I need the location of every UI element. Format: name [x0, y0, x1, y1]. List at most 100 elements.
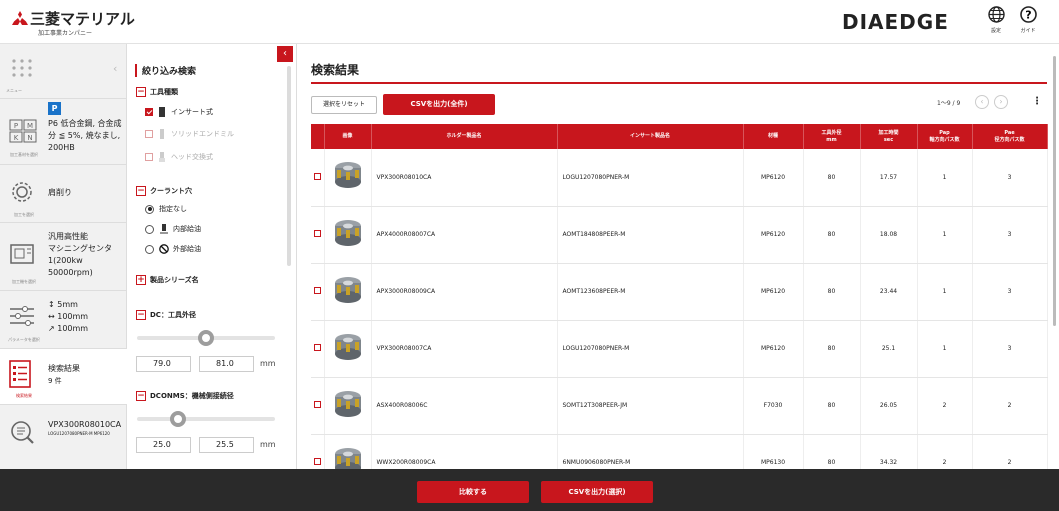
row-select-cell	[311, 320, 325, 378]
nav-item-text: 肩削り	[48, 188, 72, 197]
cell-dia: 80	[803, 149, 861, 207]
table-row[interactable]: WWX200R08009CA 6NMU0906080PNER-M MP6130 80 3…	[311, 434, 1048, 469]
result-list-icon	[9, 360, 31, 388]
nav-item-detail[interactable]: VPX300R08010CA LOGU1207080PNER-M MP6120	[0, 404, 127, 456]
csv-all-button[interactable]: CSVを出力(全件)	[383, 94, 495, 115]
cell-holder: APX4000R08007CA	[371, 206, 558, 264]
checkbox[interactable]	[145, 153, 153, 161]
milling-cutter-image	[334, 447, 361, 469]
table-header: 画像	[324, 124, 372, 149]
cell-holder: APX3000R08009CA	[371, 263, 558, 321]
tool-type-option-solid[interactable]: ソリッドエンドミル	[145, 129, 234, 139]
table-row[interactable]: VPX300R08010CA LOGU1207080PNER-M MP6120 80 1…	[311, 149, 1048, 207]
dconms-range-slider[interactable]	[137, 411, 275, 427]
guide-button[interactable]: ? ガイド	[1014, 6, 1042, 34]
tool-type-option-head[interactable]: ヘッド交換式	[145, 152, 213, 162]
coolant-option-none[interactable]: 指定なし	[145, 204, 187, 214]
dc-max-input[interactable]: 81.0	[199, 356, 254, 372]
menu-button[interactable]: メニュー ‹	[0, 44, 127, 98]
filter-scrollbar[interactable]	[287, 66, 291, 266]
dc-range-slider[interactable]	[137, 330, 275, 346]
svg-text:N: N	[27, 134, 32, 142]
row-checkbox[interactable]	[313, 287, 321, 294]
option-label: ソリッドエンドミル	[171, 130, 234, 138]
parameter-icon	[10, 306, 34, 326]
series-section[interactable]: + 製品シリーズ名	[136, 275, 199, 285]
nav-text-line: 1(200kw	[48, 256, 83, 265]
table-row[interactable]: VPX300R08007CA LOGU1207080PNER-M MP6120 80 2…	[311, 320, 1048, 378]
cell-pae: 3	[972, 149, 1048, 207]
dconms-min-input[interactable]: 25.0	[136, 437, 191, 453]
slider-knob[interactable]	[198, 330, 214, 346]
table-row[interactable]: ASX400R08006C SOMT12T308PEER-JM F7030 80 26.…	[311, 377, 1048, 435]
nav-caption: 加工機を選択	[12, 279, 36, 284]
cell-holder: WWX200R08009CA	[371, 434, 558, 469]
brand-name: 三菱マテリアル	[30, 10, 135, 28]
guide-label: ガイド	[1020, 28, 1036, 34]
nav-item-material[interactable]: P MKN 加工基材を選択 P P6 低合金鋼, 合金成 分 ≦ 5%, 焼なまし…	[0, 98, 127, 164]
nav-item-text: 検索結果 9 件	[48, 363, 80, 387]
nav-item-result[interactable]: 検索結果 検索結果 9 件	[0, 348, 127, 404]
page-title: 検索結果	[311, 63, 360, 77]
radio[interactable]	[145, 244, 154, 254]
cell-pae: 3	[972, 263, 1048, 321]
pager-text: 1～9 / 9	[937, 100, 961, 107]
cell-pap: 1	[917, 263, 973, 321]
radio-selected[interactable]	[145, 204, 154, 214]
checkbox[interactable]	[145, 130, 153, 138]
compare-button[interactable]: 比較する	[417, 481, 529, 503]
nav-caption: パラメータを選択	[8, 337, 40, 342]
results-table: 画像 ホルダー製品名 インサート製品名 材種 工具外径 mm 加工時間 sec …	[311, 124, 1048, 469]
more-options-icon[interactable]: ⋮	[1032, 96, 1042, 107]
product-image-cell	[324, 434, 372, 469]
row-checkbox[interactable]	[313, 230, 321, 237]
tool-type-section[interactable]: − 工具種類	[136, 87, 178, 97]
section-label: クーラント穴	[150, 187, 192, 195]
table-row[interactable]: APX4000R08007CA AOMT184808PEER-M MP6120 80 1…	[311, 206, 1048, 264]
slider-knob[interactable]	[169, 411, 186, 427]
nav-item-machine[interactable]: 加工機を選択 汎用高性能 マシニングセンタ 1(200kw 50000rpm)	[0, 222, 127, 290]
dc-min-input[interactable]: 79.0	[136, 356, 191, 372]
reset-selection-button[interactable]: 選択をリセット	[311, 96, 377, 114]
csv-selected-button[interactable]: CSVを出力(選択)	[541, 481, 653, 503]
nav-caption: 検索結果	[16, 393, 32, 398]
row-checkbox[interactable]	[313, 401, 321, 408]
cell-pae: 2	[972, 434, 1048, 469]
product-image-cell	[324, 149, 372, 207]
radio[interactable]	[145, 224, 154, 234]
nav-text-line: マシニングセンタ	[48, 244, 112, 253]
dconms-max-input[interactable]: 25.5	[199, 437, 254, 453]
cell-insert: 6NMU0906080PNER-M	[557, 434, 744, 469]
nav-item-parameter[interactable]: パラメータを選択 ↕ 5mm ↔ 100mm ↗ 100mm	[0, 290, 127, 348]
nav-text-line: 検索結果	[48, 364, 80, 373]
tool-type-option-insert[interactable]: インサート式	[145, 107, 213, 117]
coolant-section[interactable]: − クーラント穴	[136, 186, 192, 196]
product-image-cell	[324, 263, 372, 321]
dconms-section[interactable]: − DCONMS：機械側接続径	[136, 391, 234, 401]
coolant-option-external[interactable]: 外部給油	[145, 244, 201, 254]
settings-label: 設定	[990, 28, 1001, 34]
cell-pap: 2	[917, 434, 973, 469]
cell-pae: 3	[972, 206, 1048, 264]
prev-page-button[interactable]: ‹	[975, 95, 989, 109]
collapse-filter-button[interactable]: ‹	[277, 46, 293, 62]
row-checkbox[interactable]	[313, 172, 321, 180]
table-row[interactable]: APX3000R08009CA AOMT123608PEER-M MP6120 80 2…	[311, 263, 1048, 321]
cell-grade: MP6120	[743, 320, 804, 378]
results-scrollbar[interactable]	[1053, 56, 1056, 326]
table-header: Pap 軸方向パス数	[917, 124, 973, 149]
section-label: 工具種類	[150, 88, 178, 96]
row-checkbox[interactable]	[313, 344, 321, 351]
product-image-cell	[324, 377, 372, 435]
cell-time: 17.57	[860, 149, 918, 207]
row-checkbox[interactable]	[313, 458, 321, 465]
milling-cutter-image	[334, 390, 361, 417]
nav-item-text: VPX300R08010CA LOGU1207080PNER-M MP6120	[48, 419, 121, 437]
next-page-button[interactable]: ›	[994, 95, 1008, 109]
nav-item-process[interactable]: 加工を選択 肩削り	[0, 164, 127, 222]
dc-section[interactable]: − DC：工具外径	[136, 310, 196, 320]
settings-button[interactable]: 設定	[982, 6, 1010, 34]
row-select-cell	[311, 206, 325, 264]
coolant-option-internal[interactable]: 内部給油	[145, 224, 201, 234]
checkbox-checked[interactable]	[145, 108, 153, 116]
